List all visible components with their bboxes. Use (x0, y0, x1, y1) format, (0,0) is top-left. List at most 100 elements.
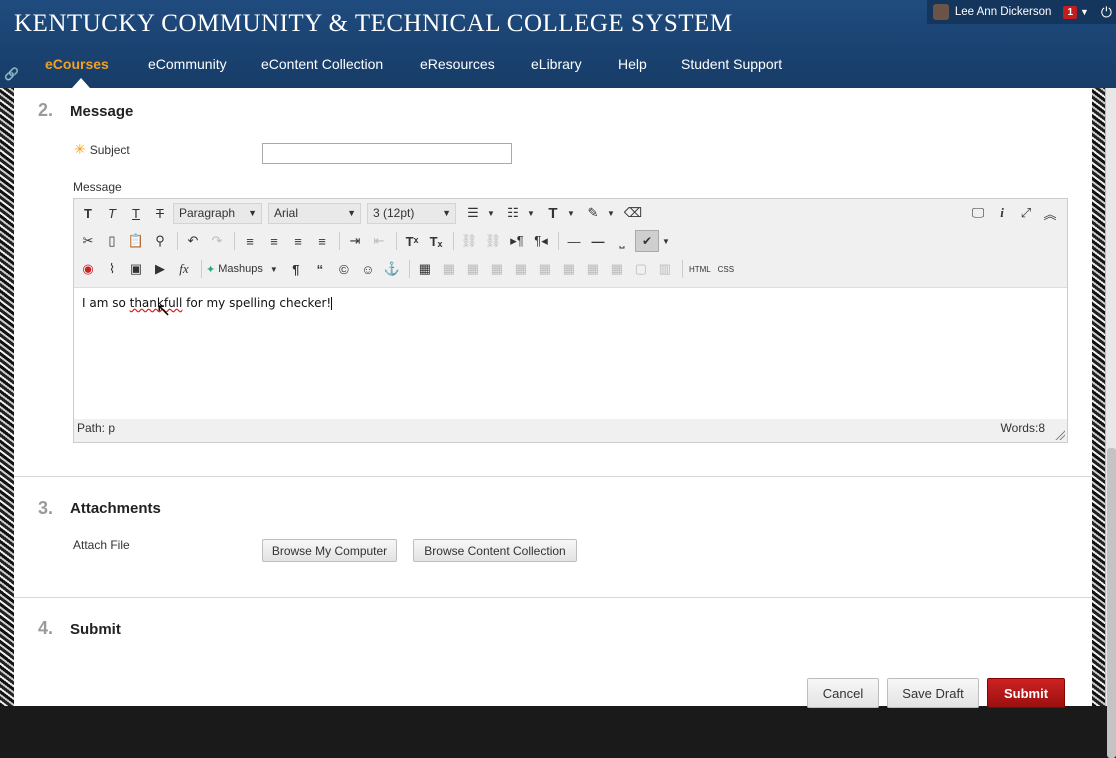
html-source-button[interactable]: HTML (687, 259, 713, 279)
ltr-icon[interactable]: ▸¶ (506, 231, 528, 251)
chevron-down-icon[interactable]: ▼ (486, 203, 496, 223)
chevron-down-icon[interactable]: ▼ (566, 203, 576, 223)
spellcheck-icon[interactable]: ✔ (635, 230, 659, 252)
emoticon-icon[interactable]: ☺ (357, 259, 379, 279)
numbered-list-icon[interactable]: ☷ (502, 203, 524, 223)
css-button[interactable]: CSS (715, 259, 737, 279)
scrollbar-thumb[interactable] (1107, 448, 1116, 758)
paragraph-mark-icon[interactable]: ¶ (285, 259, 307, 279)
font-size-select[interactable]: 3 (12pt) ▼ (367, 202, 456, 224)
insert-column-before-icon[interactable]: ▦ (558, 259, 580, 279)
align-left-icon[interactable]: ≡ (239, 231, 261, 251)
undo-icon[interactable]: ↶ (182, 231, 204, 251)
insert-column-after-icon[interactable]: ▦ (582, 259, 604, 279)
record-icon[interactable]: ◉ (77, 259, 99, 279)
fullscreen-icon[interactable]: ⤢ (1015, 203, 1037, 223)
nav-elibrary[interactable]: eLibrary (531, 56, 582, 72)
justify-icon[interactable]: ≡ (311, 231, 333, 251)
cancel-button[interactable]: Cancel (807, 678, 879, 708)
browse-my-computer-button[interactable]: Browse My Computer (262, 539, 397, 562)
main-nav: eCourses eCommunity eContent Collection … (0, 50, 1116, 88)
nav-eresources[interactable]: eResources (420, 56, 495, 72)
avatar[interactable] (932, 4, 949, 20)
nav-student-support[interactable]: Student Support (681, 56, 782, 72)
merge-cells-icon[interactable]: ▥ (654, 259, 676, 279)
chevron-down-icon[interactable]: ▼ (526, 203, 536, 223)
subject-input[interactable] (262, 143, 512, 164)
collapse-toolbar-icon[interactable]: ︽ (1039, 203, 1061, 223)
strikethrough-icon[interactable]: T (149, 203, 171, 223)
section-divider (14, 476, 1092, 477)
preview-icon[interactable]: 🖵 (967, 203, 989, 223)
user-name[interactable]: Lee Ann Dickerson (955, 6, 1052, 18)
nav-ecourses[interactable]: eCourses (45, 56, 109, 72)
bullet-list-icon[interactable]: ☰ (462, 203, 484, 223)
image-icon[interactable]: ▣ (125, 259, 147, 279)
nav-econtent-collection[interactable]: eContent Collection (261, 56, 383, 72)
rich-text-editor: T T T T Paragraph ▼ Arial ▼ 3 (12pt) ▼ ☰ ▼ ☷… (73, 198, 1068, 443)
table-icon[interactable]: ▦ (414, 259, 436, 279)
mashups-menu[interactable]: ✦ Mashups (206, 263, 263, 276)
align-right-icon[interactable]: ≡ (287, 231, 309, 251)
italic-icon[interactable]: T (101, 203, 123, 223)
nonbreaking-space-icon[interactable]: ⎵ (611, 231, 633, 251)
browse-content-collection-button[interactable]: Browse Content Collection (413, 539, 577, 562)
editor-text[interactable]: I am so thankfull for my spelling checke… (82, 296, 333, 310)
underline-icon[interactable]: T (125, 203, 147, 223)
nav-help[interactable]: Help (618, 56, 647, 72)
copyright-icon[interactable]: © (333, 259, 355, 279)
nav-ecommunity[interactable]: eCommunity (148, 56, 227, 72)
power-icon[interactable]: ⏻ (1101, 4, 1112, 21)
delete-row-icon[interactable]: ▦ (534, 259, 556, 279)
subscript-icon[interactable]: Tₓ (425, 231, 447, 251)
media-icon[interactable]: ▶ (149, 259, 171, 279)
text-color-icon[interactable]: T (542, 203, 564, 223)
page-scrollbar[interactable] (1105, 88, 1116, 758)
highlight-icon[interactable]: ✎ (582, 203, 604, 223)
copy-icon[interactable]: ▯ (101, 231, 123, 251)
user-area[interactable]: Lee Ann Dickerson 1 ▼ ⏻ (926, 0, 1116, 24)
resize-grip-icon[interactable] (1055, 430, 1065, 440)
math-formula-icon[interactable]: fx (173, 259, 195, 279)
submit-button[interactable]: Submit (987, 678, 1065, 708)
delete-column-icon[interactable]: ▦ (606, 259, 628, 279)
chevron-down-icon[interactable]: ▼ (269, 259, 279, 279)
find-icon[interactable]: ⚲ (149, 231, 171, 251)
paragraph-select[interactable]: Paragraph ▼ (173, 202, 262, 224)
link-icon[interactable]: ⛓ (458, 231, 480, 251)
insert-row-after-icon[interactable]: ▦ (510, 259, 532, 279)
blockquote-icon[interactable]: “ (309, 259, 331, 279)
paste-icon[interactable]: 📋 (125, 231, 147, 251)
redo-icon[interactable]: ↷ (206, 231, 228, 251)
font-select[interactable]: Arial ▼ (268, 202, 361, 224)
notification-badge[interactable]: 1 (1063, 5, 1077, 19)
indent-icon[interactable]: ⇥ (344, 231, 366, 251)
editor-content-area[interactable]: I am so thankfull for my spelling checke… (74, 287, 1067, 419)
rtl-icon[interactable]: ¶◂ (530, 231, 552, 251)
insert-row-before-icon[interactable]: ▦ (486, 259, 508, 279)
outdent-icon[interactable]: ⇤ (368, 231, 390, 251)
toolbar-separator (339, 232, 340, 250)
split-cells-icon[interactable]: ▢ (630, 259, 652, 279)
info-icon[interactable]: i (991, 203, 1013, 223)
eraser-icon[interactable]: ⌫ (622, 203, 644, 223)
cut-icon[interactable]: ✂ (77, 231, 99, 251)
step-number: 4. (38, 618, 54, 638)
chevron-down-icon[interactable]: ▼ (606, 203, 616, 223)
save-draft-button[interactable]: Save Draft (887, 678, 979, 708)
table-row-props-icon[interactable]: ▦ (438, 259, 460, 279)
horizontal-rule-icon[interactable]: — (563, 231, 585, 251)
toolbar-right: 🖵 i ⤢ ︽ (967, 203, 1063, 223)
toolbar-separator (396, 232, 397, 250)
unlink-icon[interactable]: ⛓ (482, 231, 504, 251)
align-center-icon[interactable]: ≡ (263, 231, 285, 251)
anchor-icon[interactable]: ⚓ (381, 259, 403, 279)
brand-title: KENTUCKY COMMUNITY & TECHNICAL COLLEGE S… (14, 10, 733, 37)
table-cell-props-icon[interactable]: ▦ (462, 259, 484, 279)
superscript-icon[interactable]: Tˣ (401, 231, 423, 251)
chevron-down-icon[interactable]: ▼ (1080, 7, 1089, 17)
bold-icon[interactable]: T (77, 203, 99, 223)
chevron-down-icon[interactable]: ▼ (661, 231, 671, 251)
attach-file-icon[interactable]: ⌇ (101, 259, 123, 279)
thick-rule-icon[interactable]: — (587, 231, 609, 251)
